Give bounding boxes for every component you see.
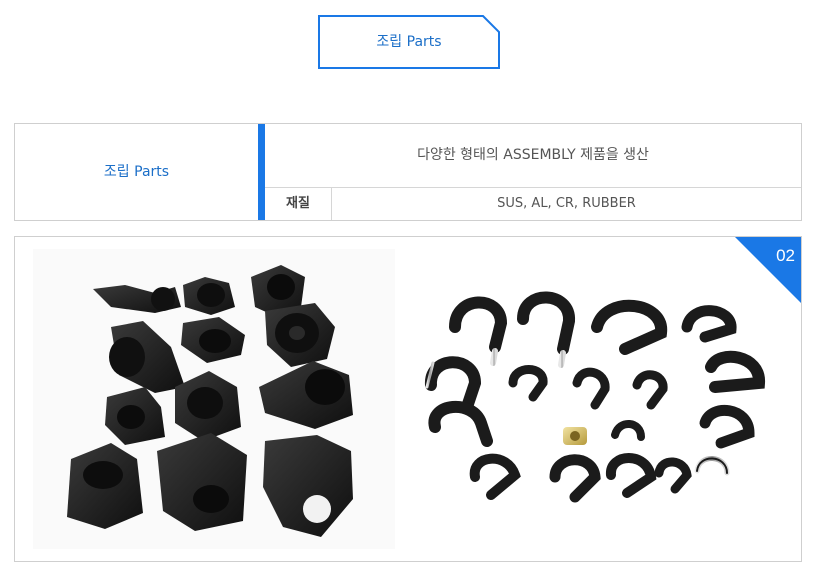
title-badge-label: 조립 Parts bbox=[376, 34, 442, 50]
spec-accent-bar bbox=[258, 124, 265, 220]
photo-number-tag: 02 bbox=[735, 237, 801, 303]
product-photo-scene bbox=[33, 249, 765, 549]
cushioned-p-clamps bbox=[425, 291, 765, 503]
material-label: 재질 bbox=[265, 188, 332, 220]
rubber-mount-brackets bbox=[67, 265, 353, 537]
spec-category: 조립 Parts bbox=[103, 164, 170, 180]
spec-description: 다양한 형태의 ASSEMBLY 제품을 생산 bbox=[265, 124, 801, 188]
title-badge: 조립 Parts bbox=[318, 15, 500, 69]
spec-table: 조립 Parts 다양한 형태의 ASSEMBLY 제품을 생산 재질 SUS,… bbox=[14, 123, 802, 221]
material-value: SUS, AL, CR, RUBBER bbox=[497, 196, 636, 211]
photo-number: 02 bbox=[776, 246, 795, 265]
product-photo: 02 bbox=[14, 236, 802, 562]
